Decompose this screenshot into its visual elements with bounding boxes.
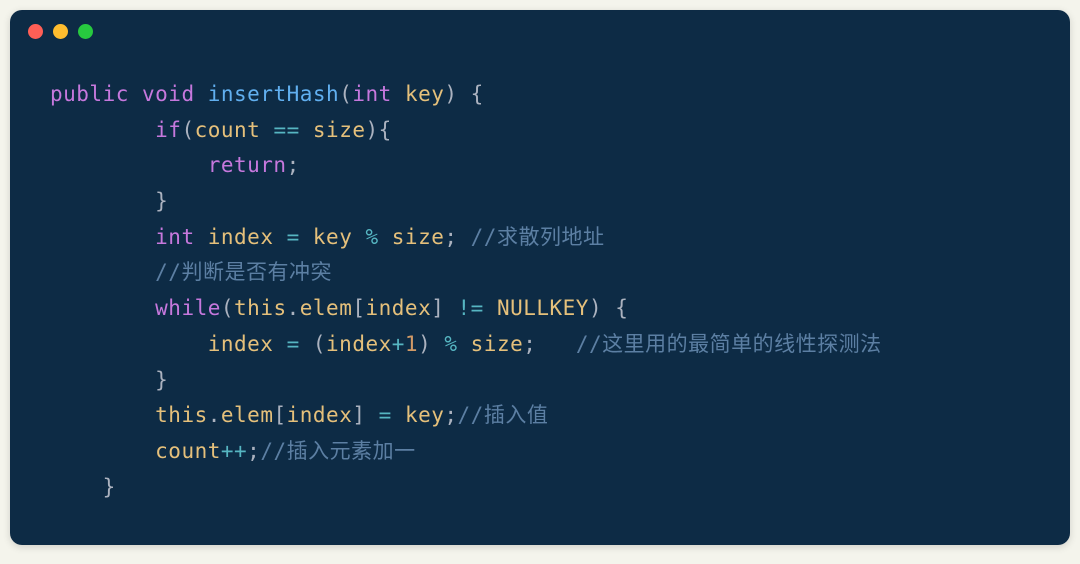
punct: [ (352, 296, 365, 320)
var-index: index (326, 332, 392, 356)
var-count: count (155, 439, 221, 463)
maximize-icon[interactable] (78, 24, 93, 39)
keyword-public: public (50, 82, 129, 106)
param-key: key (405, 82, 444, 106)
op-assign: = (366, 403, 405, 427)
const-nullkey: NULLKEY (497, 296, 589, 320)
var-size: size (471, 332, 524, 356)
keyword-return: return (208, 153, 287, 177)
var-index: index (287, 403, 353, 427)
op-eq: == (260, 118, 313, 142)
punct: . (287, 296, 300, 320)
code-block: public void insertHash(int key) { if(cou… (10, 47, 1070, 545)
punct: ] (352, 403, 365, 427)
indent (50, 153, 208, 177)
code-line: if(count == size){ (50, 113, 1030, 149)
comment: //插入元素加一 (260, 439, 415, 463)
comment: //判断是否有冲突 (155, 260, 332, 284)
punct: ( (313, 332, 326, 356)
punct: } (155, 368, 168, 392)
code-line: } (50, 363, 1030, 399)
code-line: while(this.elem[index] != NULLKEY) { (50, 291, 1030, 327)
punct: [ (273, 403, 286, 427)
indent (50, 439, 155, 463)
field-elem: elem (221, 403, 274, 427)
punct: ; (523, 332, 576, 356)
punct: ; (247, 439, 260, 463)
code-line: index = (index+1) % size; //这里用的最简单的线性探测… (50, 327, 1030, 363)
keyword-while: while (155, 296, 221, 320)
minimize-icon[interactable] (53, 24, 68, 39)
punct: ){ (365, 118, 391, 142)
indent (50, 403, 155, 427)
type-int: int (352, 82, 391, 106)
indent (50, 260, 155, 284)
code-line: return; (50, 148, 1030, 184)
code-line: public void insertHash(int key) { (50, 77, 1030, 113)
code-line: } (50, 184, 1030, 220)
code-line: int index = key % size; //求散列地址 (50, 220, 1030, 256)
var-key: key (313, 225, 352, 249)
var-count: count (195, 118, 261, 142)
op-plus: + (392, 332, 405, 356)
punct: } (103, 475, 116, 499)
op-assign: = (273, 332, 312, 356)
op-assign: = (273, 225, 312, 249)
type-int: int (155, 225, 194, 249)
indent (50, 368, 155, 392)
window-titlebar (10, 10, 1070, 47)
var-size: size (313, 118, 366, 142)
punct: ( (221, 296, 234, 320)
indent (50, 475, 103, 499)
var-index: index (208, 225, 274, 249)
punct: ) { (589, 296, 628, 320)
close-icon[interactable] (28, 24, 43, 39)
comment: //插入值 (458, 403, 549, 427)
punct: } (155, 189, 168, 213)
code-line: this.elem[index] = key;//插入值 (50, 398, 1030, 434)
op-mod: % (352, 225, 391, 249)
code-line: } (50, 470, 1030, 506)
var-key: key (405, 403, 444, 427)
op-inc: ++ (221, 439, 247, 463)
keyword-this: this (234, 296, 287, 320)
field-elem: elem (300, 296, 353, 320)
punct: ( (181, 118, 194, 142)
var-index: index (366, 296, 432, 320)
punct: ] (431, 296, 444, 320)
op-neq: != (444, 296, 497, 320)
punct: ; (444, 225, 470, 249)
code-window: public void insertHash(int key) { if(cou… (10, 10, 1070, 545)
op-mod: % (431, 332, 470, 356)
number-one: 1 (405, 332, 418, 356)
var-index: index (208, 332, 274, 356)
punct: ; (444, 403, 457, 427)
punct: . (208, 403, 221, 427)
indent (50, 189, 155, 213)
punct: ( (339, 82, 352, 106)
code-line: //判断是否有冲突 (50, 255, 1030, 291)
indent (50, 332, 208, 356)
code-line: count++;//插入元素加一 (50, 434, 1030, 470)
var-size: size (392, 225, 445, 249)
comment: //求散列地址 (471, 225, 605, 249)
punct: ) (418, 332, 431, 356)
type-void: void (142, 82, 195, 106)
indent (50, 296, 155, 320)
indent (50, 118, 155, 142)
indent (50, 225, 155, 249)
function-name: insertHash (208, 82, 339, 106)
punct: ; (287, 153, 300, 177)
keyword-if: if (155, 118, 181, 142)
punct: ) { (444, 82, 483, 106)
comment: //这里用的最简单的线性探测法 (576, 332, 882, 356)
keyword-this: this (155, 403, 208, 427)
